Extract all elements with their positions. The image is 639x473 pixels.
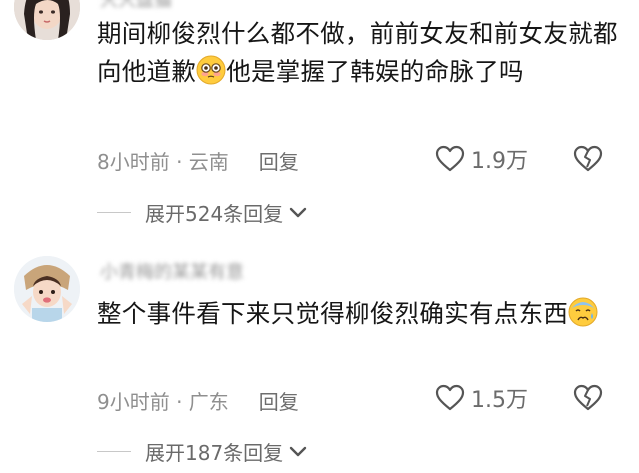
like-button[interactable]: 1.5万 bbox=[435, 382, 528, 414]
dislike-button[interactable] bbox=[573, 384, 603, 416]
cold-sweat-face-emoji-icon bbox=[568, 297, 598, 327]
divider-line bbox=[97, 212, 131, 213]
broken-heart-icon bbox=[573, 384, 603, 411]
expand-replies[interactable]: 展开187条回复 bbox=[97, 437, 307, 466]
heart-icon bbox=[435, 384, 465, 411]
comment-text: 整个事件看下来只觉得柳俊烈确实有点东西 bbox=[97, 295, 622, 333]
comment-meta: 9小时前 · 广东 回复 bbox=[97, 386, 299, 415]
expand-replies-label: 展开187条回复 bbox=[145, 441, 284, 465]
flushed-face-emoji-icon bbox=[196, 55, 226, 85]
time-location: 9小时前 · 广东 bbox=[97, 390, 229, 414]
comment-text: 期间柳俊烈什么都不做，前前女友和前女友就都向他道歉 他是掌握了韩娱的命脉了吗 bbox=[97, 15, 622, 91]
expand-replies[interactable]: 展开524条回复 bbox=[97, 198, 307, 227]
expand-replies-label: 展开524条回复 bbox=[145, 202, 284, 226]
like-count: 1.9万 bbox=[471, 149, 528, 174]
comment-text-part: 他是掌握了韩娱的命脉了吗 bbox=[226, 57, 524, 86]
divider-line bbox=[97, 451, 131, 452]
avatar[interactable] bbox=[14, 256, 80, 322]
comment-meta: 8小时前 · 云南 回复 bbox=[97, 146, 299, 175]
like-button[interactable]: 1.9万 bbox=[435, 143, 528, 175]
like-count: 1.5万 bbox=[471, 388, 528, 413]
heart-icon bbox=[435, 145, 465, 172]
dislike-button[interactable] bbox=[573, 145, 603, 177]
chevron-down-icon bbox=[289, 446, 307, 456]
broken-heart-icon bbox=[573, 145, 603, 172]
time-location: 8小时前 · 云南 bbox=[97, 150, 229, 174]
reply-button[interactable]: 回复 bbox=[259, 150, 299, 174]
reply-button[interactable]: 回复 bbox=[259, 390, 299, 414]
chevron-down-icon bbox=[289, 207, 307, 217]
comment-text-part: 整个事件看下来只觉得柳俊烈确实有点东西 bbox=[97, 299, 569, 328]
username[interactable]: 大大盘猫 bbox=[100, 0, 172, 12]
username[interactable]: 小青梅的某某有意 bbox=[100, 258, 244, 284]
avatar[interactable] bbox=[14, 0, 80, 40]
